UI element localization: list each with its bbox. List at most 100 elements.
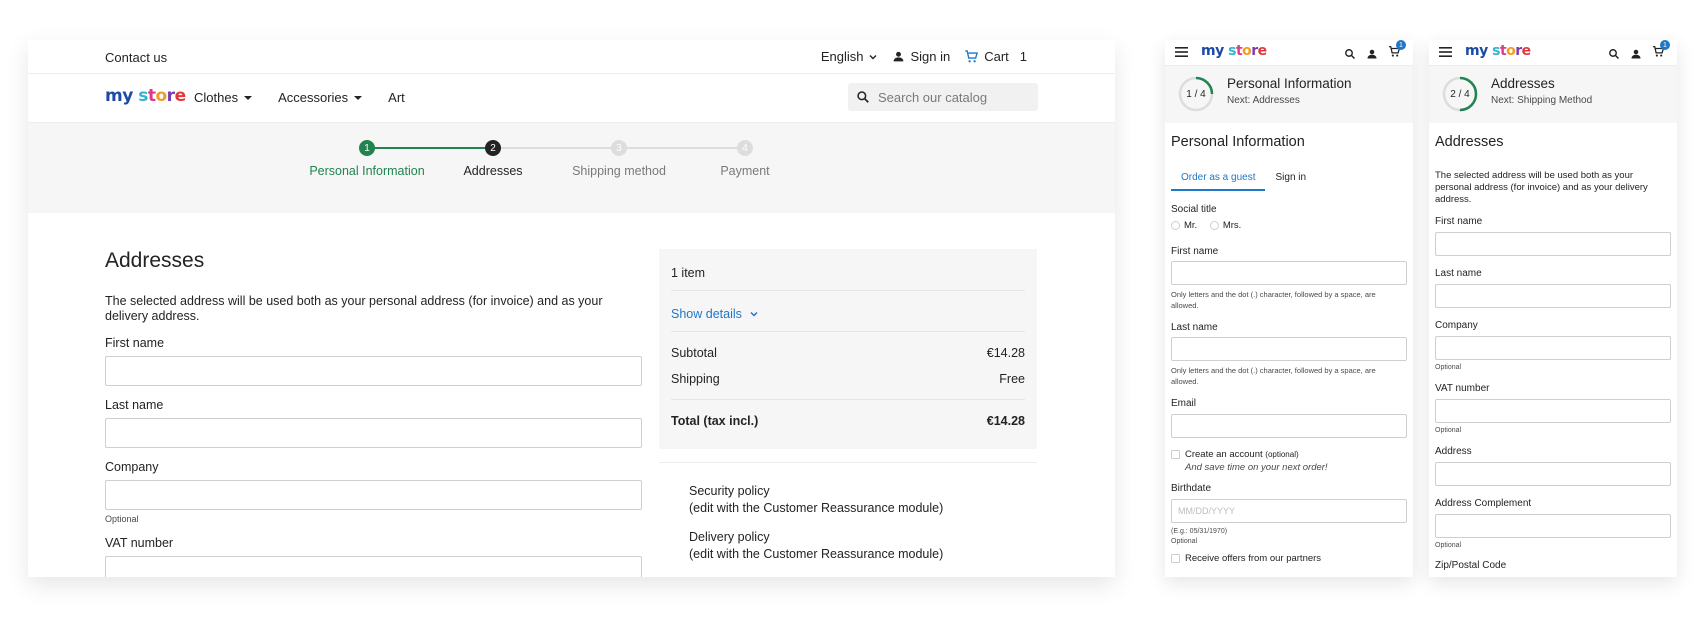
search-icon[interactable] xyxy=(1344,48,1356,60)
cart-label: Cart xyxy=(984,49,1009,64)
language-label: English xyxy=(820,49,864,64)
step-1-dot[interactable]: 1 xyxy=(359,140,375,156)
company-label: Company xyxy=(105,460,159,474)
cart-summary: 1 item Show details Subtotal €14.28 Shipp… xyxy=(659,249,1037,561)
email-field[interactable] xyxy=(1171,414,1407,438)
checkout-stepper: 1 2 3 4 Personal Information Addresses S… xyxy=(28,123,1115,213)
cart-badge: 1 xyxy=(1660,40,1670,50)
section-title: Addresses xyxy=(105,249,205,272)
mobile-progress: 2 / 4 Addresses Next: Shipping Method xyxy=(1429,66,1677,123)
sign-in-label: Sign in xyxy=(910,49,951,64)
menu-item-accessories[interactable]: Accessories xyxy=(278,90,363,105)
radio-mr[interactable]: Mr. xyxy=(1171,220,1197,231)
reassurance-block: Security policy (edit with the Customer … xyxy=(659,462,1037,563)
progress-title: Personal Information xyxy=(1227,76,1352,91)
cart-button[interactable]: 1 xyxy=(1652,40,1670,63)
social-title-options: Mr. Mrs. xyxy=(1171,220,1241,231)
login-tabs: Order as a guest Sign in xyxy=(1171,165,1316,191)
address-label: Address xyxy=(1435,446,1472,457)
offers-checkbox[interactable]: Receive offers from our partners xyxy=(1171,553,1321,564)
first-name-field[interactable] xyxy=(1435,232,1671,256)
step-4-dot: 4 xyxy=(737,140,753,156)
show-details-link[interactable]: Show details xyxy=(671,307,759,321)
last-name-field[interactable] xyxy=(105,418,642,448)
progress-next: Next: Shipping Method xyxy=(1491,95,1593,106)
progress-counter: 2 / 4 xyxy=(1450,88,1470,100)
category-menu: Clothes Accessories Art xyxy=(194,90,405,105)
search-input[interactable] xyxy=(878,89,1028,105)
mobile-personal-info-frame: my store 1 1 / 4 Personal Information Ne… xyxy=(1165,40,1413,577)
mobile-header: my store 1 xyxy=(1429,40,1677,66)
user-icon[interactable] xyxy=(1630,48,1642,60)
menu-item-label: Accessories xyxy=(278,90,349,105)
step-1-label[interactable]: Personal Information xyxy=(307,163,427,180)
mobile-header-icons: 1 xyxy=(1344,40,1406,63)
company-field[interactable] xyxy=(105,480,642,510)
security-policy: Security policy (edit with the Customer … xyxy=(689,484,944,515)
subtotal-row: Subtotal €14.28 xyxy=(671,346,1025,360)
last-name-label: Last name xyxy=(1435,268,1482,279)
step-connector xyxy=(619,147,745,149)
store-logo[interactable]: my store xyxy=(1201,43,1267,59)
chevron-down-icon xyxy=(750,311,758,317)
main-nav: my store Clothes Accessories Art xyxy=(28,74,1115,123)
step-3-dot: 3 xyxy=(611,140,627,156)
show-details-label: Show details xyxy=(671,307,742,321)
progress-counter: 1 / 4 xyxy=(1186,88,1206,100)
cart-count: 1 xyxy=(1019,49,1027,64)
user-icon[interactable] xyxy=(1366,48,1378,60)
mobile-header: my store 1 xyxy=(1165,40,1413,66)
email-label: Email xyxy=(1171,398,1197,409)
menu-item-art[interactable]: Art xyxy=(388,90,405,105)
menu-icon[interactable] xyxy=(1439,46,1452,58)
language-selector[interactable]: English xyxy=(821,49,879,64)
step-2-dot: 2 xyxy=(485,140,501,156)
menu-icon[interactable] xyxy=(1175,46,1188,58)
last-name-label: Last name xyxy=(105,398,164,412)
last-name-label: Last name xyxy=(1171,322,1218,333)
caret-down-icon xyxy=(354,95,363,100)
delivery-policy: Delivery policy (edit with the Customer … xyxy=(689,530,944,561)
create-account-hint: And save time on your next order! xyxy=(1185,462,1328,473)
tab-sign-in[interactable]: Sign in xyxy=(1265,165,1316,191)
search-box xyxy=(848,83,1038,111)
zip-label: Zip/Postal Code xyxy=(1435,560,1507,571)
birthdate-example: (E.g.: 05/31/1970) xyxy=(1171,528,1228,535)
address-field[interactable] xyxy=(1435,462,1671,486)
cart-link[interactable]: Cart 1 xyxy=(964,49,1027,64)
address-complement-field[interactable] xyxy=(1435,514,1671,538)
last-name-field[interactable] xyxy=(1435,284,1671,308)
sign-in-link[interactable]: Sign in xyxy=(892,49,950,64)
last-name-field[interactable] xyxy=(1171,337,1407,361)
store-logo[interactable]: my store xyxy=(1465,43,1531,59)
search-icon[interactable] xyxy=(1608,48,1620,60)
company-field[interactable] xyxy=(1435,336,1671,360)
step-connector xyxy=(367,147,493,149)
birthdate-field[interactable]: MM/DD/YYYY xyxy=(1171,499,1407,523)
search-icon[interactable] xyxy=(856,90,870,104)
optional-hint: Optional xyxy=(1171,538,1198,545)
menu-item-clothes[interactable]: Clothes xyxy=(194,90,253,105)
vat-label: VAT number xyxy=(1435,383,1490,394)
first-name-field[interactable] xyxy=(1171,261,1407,285)
contact-us-link[interactable]: Contact us xyxy=(105,50,167,65)
optional-hint: Optional xyxy=(1435,542,1462,549)
mobile-header-icons: 1 xyxy=(1608,40,1670,63)
radio-mrs[interactable]: Mrs. xyxy=(1209,220,1241,231)
first-name-field[interactable] xyxy=(105,356,642,386)
birthdate-label: Birthdate xyxy=(1171,483,1212,494)
mobile-addresses-frame: my store 1 2 / 4 Addresses Next: Shippin… xyxy=(1429,40,1677,577)
step-2-label: Addresses xyxy=(463,164,523,178)
optional-hint: Optional xyxy=(1435,364,1462,371)
vat-field[interactable] xyxy=(105,556,642,577)
desktop-checkout-frame: Contact us English Sign in Cart 1 my sto… xyxy=(28,40,1115,577)
tab-order-as-guest[interactable]: Order as a guest xyxy=(1171,165,1266,191)
vat-field[interactable] xyxy=(1435,399,1671,423)
cart-button[interactable]: 1 xyxy=(1388,40,1406,63)
company-label: Company xyxy=(1435,320,1478,331)
create-account-checkbox[interactable]: Create an account (optional) xyxy=(1171,449,1299,460)
total-row: Total (tax incl.) €14.28 xyxy=(671,414,1025,428)
address-intro: The selected address will be used both a… xyxy=(105,294,603,323)
store-logo[interactable]: my store xyxy=(105,86,186,106)
cart-icon xyxy=(965,50,979,63)
